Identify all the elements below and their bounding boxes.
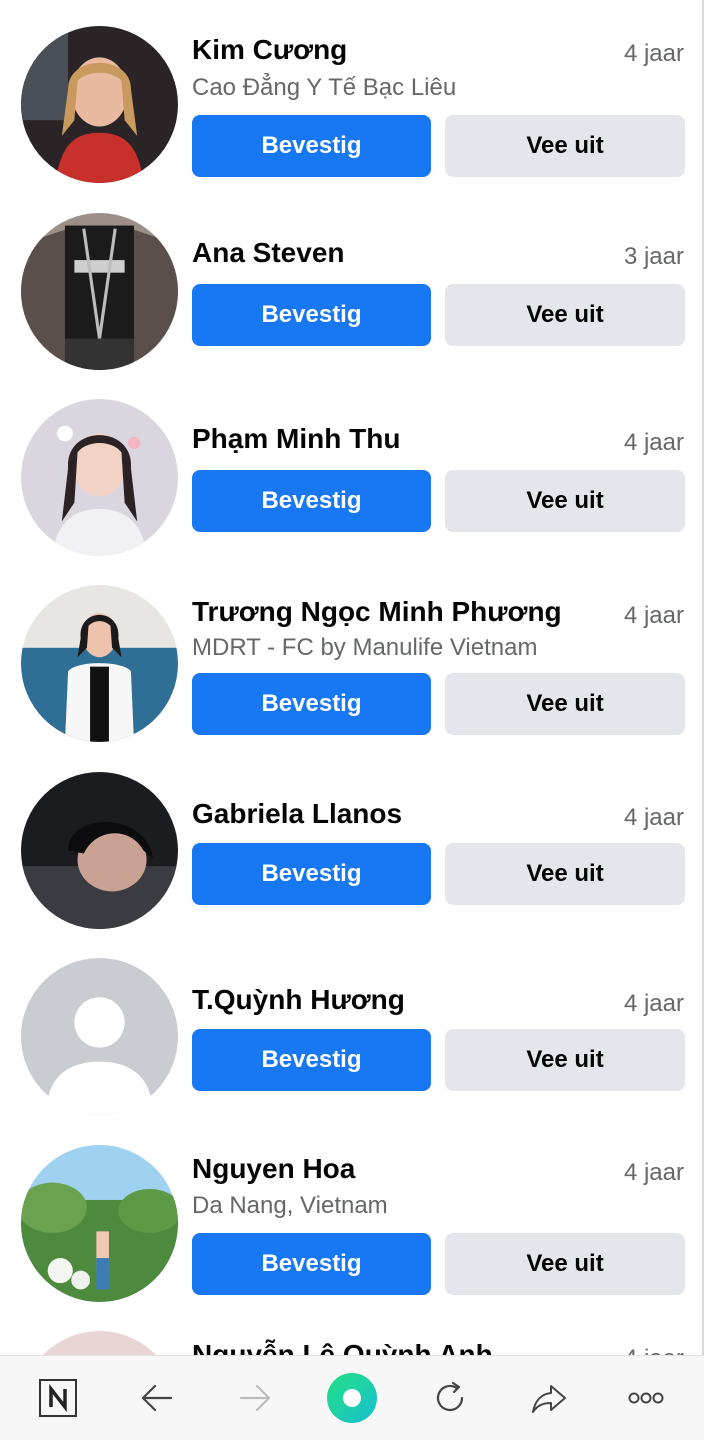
friend-request-item: Gabriela Llanos 4 jaar Bevestig Vee uit (0, 751, 704, 937)
friend-request-item: Nguyen Hoa 4 jaar Da Nang, Vietnam Beves… (0, 1123, 704, 1313)
back-arrow-icon[interactable] (135, 1376, 179, 1420)
request-time: 4 jaar (623, 804, 684, 831)
request-time: 3 jaar (623, 243, 684, 270)
confirm-button[interactable]: Bevestig (192, 284, 431, 346)
avatar[interactable] (21, 958, 178, 1115)
request-time: 4 jaar (623, 602, 684, 629)
request-time: 4 jaar (623, 1159, 684, 1186)
forward-arrow-icon[interactable] (233, 1376, 277, 1420)
avatar[interactable] (21, 585, 178, 742)
delete-button[interactable]: Vee uit (445, 115, 685, 177)
friend-request-item: Nguyễn Lê Quỳnh Anh 4 jaar (0, 1313, 704, 1355)
request-subtitle: Cao Đẳng Y Tế Bạc Liêu (192, 74, 457, 101)
request-time: 4 jaar (623, 990, 684, 1017)
share-icon[interactable] (527, 1376, 571, 1420)
confirm-button[interactable]: Bevestig (192, 1029, 431, 1091)
home-circle-icon[interactable] (327, 1373, 377, 1423)
delete-button[interactable]: Vee uit (445, 1029, 685, 1091)
confirm-button[interactable]: Bevestig (192, 673, 431, 735)
friend-request-item: Trương Ngọc Minh Phương 4 jaar MDRT - FC… (0, 562, 704, 751)
request-time: 4 jaar (624, 1345, 684, 1355)
avatar[interactable] (21, 1331, 178, 1355)
delete-button[interactable]: Vee uit (445, 673, 685, 735)
friend-request-item: T.Quỳnh Hương 4 jaar Bevestig Vee uit (0, 937, 704, 1123)
request-name[interactable]: Phạm Minh Thu (192, 423, 400, 455)
request-name[interactable]: Gabriela Llanos (192, 798, 402, 830)
request-name[interactable]: Nguyễn Lê Quỳnh Anh (192, 1339, 493, 1355)
request-subtitle: MDRT - FC by Manulife Vietnam (192, 634, 538, 661)
avatar[interactable] (21, 213, 178, 370)
friend-request-item: Phạm Minh Thu 4 jaar Bevestig Vee uit (0, 376, 704, 562)
bottom-navigation-bar (0, 1355, 704, 1440)
more-icon[interactable] (624, 1376, 668, 1420)
request-time: 4 jaar (623, 40, 684, 67)
request-time: 4 jaar (623, 429, 684, 456)
request-name[interactable]: Nguyen Hoa (192, 1153, 355, 1185)
request-name[interactable]: Ana Steven (192, 237, 345, 269)
n-logo-icon[interactable] (36, 1376, 80, 1420)
confirm-button[interactable]: Bevestig (192, 843, 431, 905)
avatar[interactable] (21, 399, 178, 556)
confirm-button[interactable]: Bevestig (192, 115, 431, 177)
friend-request-item: Ana Steven 3 jaar Bevestig Vee uit (0, 190, 704, 376)
friend-request-item: Kim Cương 4 jaar Cao Đẳng Y Tế Bạc Liêu … (0, 0, 704, 190)
confirm-button[interactable]: Bevestig (192, 1233, 431, 1295)
request-name[interactable]: T.Quỳnh Hương (192, 984, 405, 1016)
delete-button[interactable]: Vee uit (445, 470, 685, 532)
delete-button[interactable]: Vee uit (445, 843, 685, 905)
avatar[interactable] (21, 772, 178, 929)
delete-button[interactable]: Vee uit (445, 284, 685, 346)
avatar[interactable] (21, 26, 178, 183)
reload-icon[interactable] (428, 1376, 472, 1420)
request-subtitle: Da Nang, Vietnam (192, 1192, 388, 1219)
request-name[interactable]: Trương Ngọc Minh Phương (192, 596, 562, 628)
request-name[interactable]: Kim Cương (192, 34, 347, 66)
friend-request-list: Kim Cương 4 jaar Cao Đẳng Y Tế Bạc Liêu … (0, 0, 704, 1355)
delete-button[interactable]: Vee uit (445, 1233, 685, 1295)
confirm-button[interactable]: Bevestig (192, 470, 431, 532)
avatar[interactable] (21, 1145, 178, 1302)
